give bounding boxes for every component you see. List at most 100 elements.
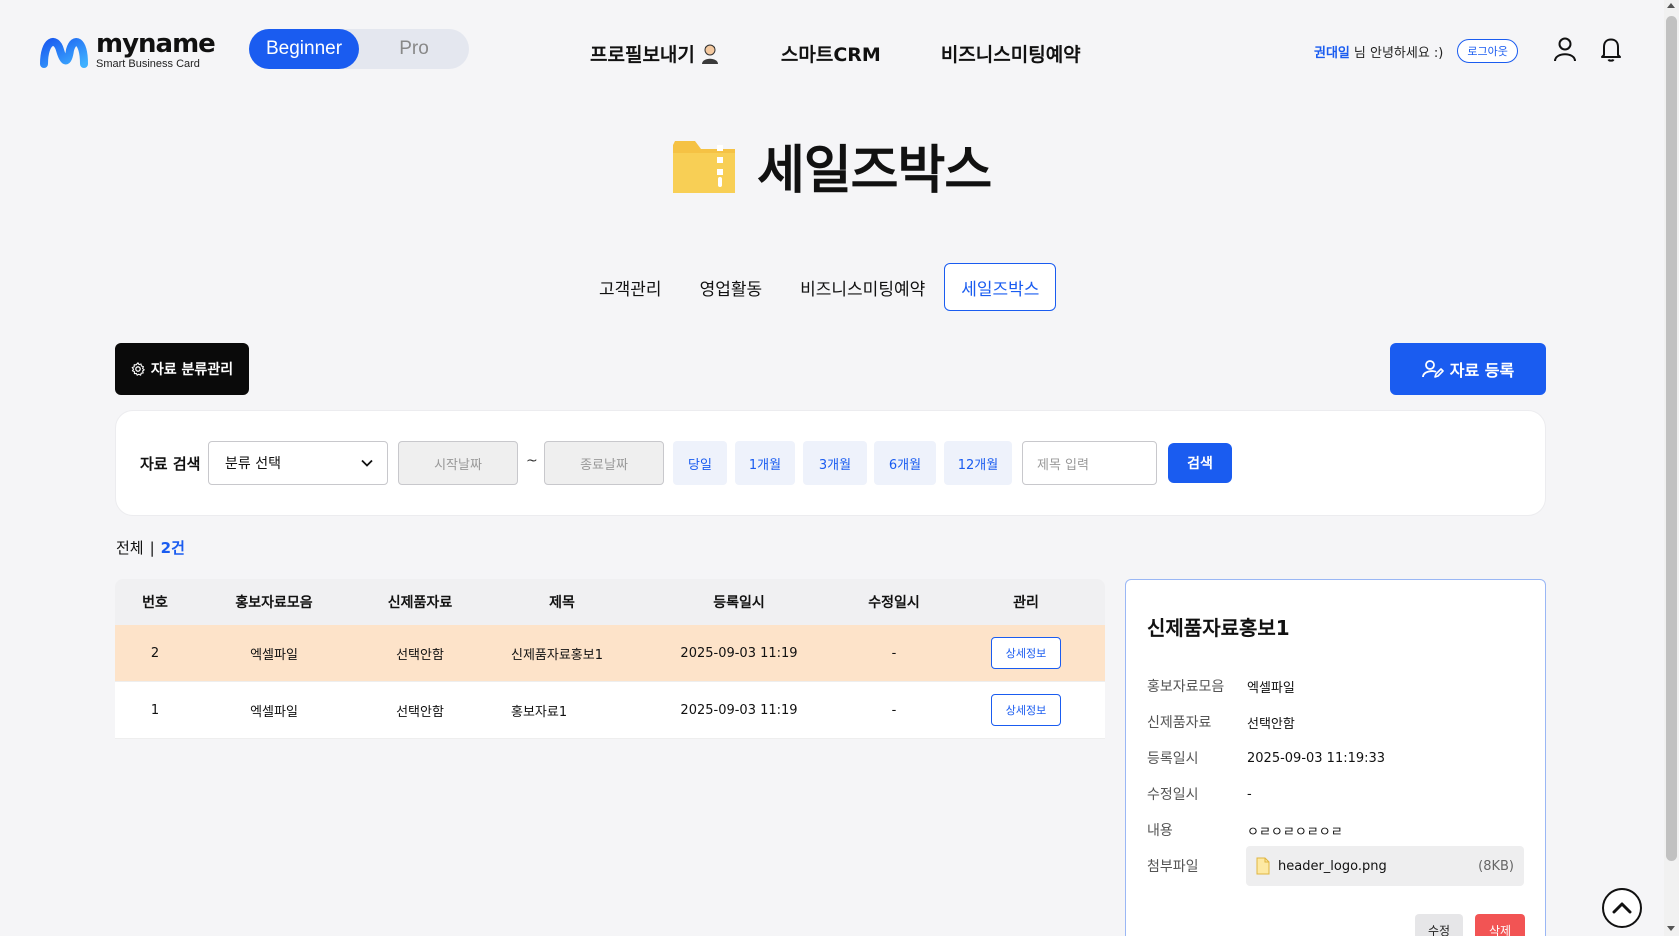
- tab-sales-box[interactable]: 세일즈박스: [944, 263, 1057, 311]
- detail-label: 첨부파일: [1147, 859, 1199, 875]
- date-range-separator: ~: [526, 453, 538, 469]
- detail-value: 선택안함: [1247, 716, 1295, 732]
- period-1month-button[interactable]: 1개월: [735, 441, 795, 485]
- period-3month-button[interactable]: 3개월: [803, 441, 867, 485]
- detail-label: 수정일시: [1147, 787, 1199, 803]
- count-separator: |: [149, 538, 155, 557]
- table-row[interactable]: 1 엑셀파일 선택안함 홍보자료1 2025-09-03 11:19 - 상세정…: [115, 682, 1105, 739]
- nav-smart-crm[interactable]: 스마트CRM: [781, 40, 881, 67]
- attachment-item[interactable]: header_logo.png (8KB): [1246, 846, 1524, 886]
- cell-no: 1: [150, 702, 160, 718]
- search-button[interactable]: 검색: [1168, 443, 1232, 483]
- sub-tabs: 고객관리 영업활동 비즈니스미팅예약 세일즈박스: [580, 263, 1057, 311]
- user-area: 권대일 님 안녕하세요 :) 로그아웃: [1314, 39, 1518, 63]
- count-label: 전체: [116, 539, 144, 557]
- header-group: 홍보자료모음: [235, 595, 313, 611]
- detail-row-modified: 수정일시 -: [1147, 784, 1252, 804]
- category-select-value: 분류 선택: [225, 456, 281, 472]
- logo[interactable]: myname Smart Business Card: [38, 28, 216, 70]
- scrollbar-thumb[interactable]: [1666, 16, 1677, 861]
- title-search-input[interactable]: 제목 입력: [1022, 441, 1157, 485]
- cell-title: 신제품자료홍보1: [511, 647, 603, 663]
- attachment-name: header_logo.png: [1278, 858, 1387, 874]
- table-row[interactable]: 2 엑셀파일 선택안함 신제품자료홍보1 2025-09-03 11:19 - …: [115, 625, 1105, 682]
- detail-value: ㅇㄹㅇㄹㅇㄹㅇㄹ: [1247, 824, 1343, 840]
- category-select[interactable]: 분류 선택: [208, 441, 388, 485]
- register-button[interactable]: 자료 등록: [1390, 343, 1546, 395]
- nav-business-meeting[interactable]: 비즈니스미팅예약: [941, 40, 1081, 67]
- cell-manage: 상세정보: [947, 694, 1105, 726]
- detail-label: 내용: [1147, 823, 1173, 839]
- greeting-text: 님 안녕하세요 :): [1353, 45, 1444, 61]
- tab-business-meeting[interactable]: 비즈니스미팅예약: [781, 263, 944, 311]
- detail-label: 홍보자료모음: [1147, 679, 1225, 695]
- nav-profile-send-label: 프로필보내기: [590, 44, 695, 66]
- period-today-button[interactable]: 당일: [673, 441, 727, 485]
- logo-name: myname: [96, 28, 216, 59]
- period-12month-button[interactable]: 12개월: [944, 441, 1012, 485]
- mode-pro-button[interactable]: Pro: [359, 29, 469, 69]
- period-6month-button[interactable]: 6개월: [874, 441, 936, 485]
- logout-button[interactable]: 로그아웃: [1457, 39, 1518, 63]
- page-title: 세일즈박스: [757, 141, 992, 201]
- data-table: 번호 홍보자료모음 신제품자료 제목 등록일시 수정일시 관리 2 엑셀파일 선…: [115, 579, 1105, 739]
- tab-customer-management[interactable]: 고객관리: [580, 263, 681, 311]
- header-newproduct: 신제품자료: [387, 595, 453, 611]
- result-count: 전체 | 2건: [116, 537, 185, 558]
- detail-panel: 신제품자료홍보1 홍보자료모음 엑셀파일 신제품자료 선택안함 등록일시 202…: [1125, 579, 1546, 936]
- count-value: 2건: [160, 539, 185, 557]
- header-title: 제목: [549, 595, 575, 611]
- detail-label: 등록일시: [1147, 751, 1199, 767]
- detail-button[interactable]: 상세정보: [991, 694, 1061, 726]
- scroll-down-arrow-icon[interactable]: [1667, 926, 1675, 931]
- bell-icon[interactable]: [1599, 36, 1623, 62]
- header-modified: 수정일시: [868, 595, 920, 611]
- cell-no: 2: [150, 645, 160, 661]
- detail-value: 엑셀파일: [1247, 680, 1295, 696]
- detail-title: 신제품자료홍보1: [1147, 616, 1290, 640]
- detail-value: 2025-09-03 11:19:33: [1247, 750, 1386, 766]
- delete-button[interactable]: 삭제: [1475, 914, 1525, 936]
- header-manage: 관리: [1013, 595, 1039, 611]
- table-header: 번호 홍보자료모음 신제품자료 제목 등록일시 수정일시 관리: [115, 579, 1105, 625]
- detail-row-attachment: 첨부파일: [1147, 856, 1247, 876]
- cell-group: 엑셀파일: [250, 647, 298, 663]
- cell-title: 홍보자료1: [511, 704, 568, 720]
- chevron-down-icon: [361, 459, 373, 467]
- nav-profile-send[interactable]: 프로필보내기: [590, 40, 721, 67]
- mode-toggle: Beginner Pro: [249, 29, 469, 69]
- search-panel: 자료 검색 분류 선택 시작날짜 ~ 종료날짜 당일 1개월 3개월 6개월 1…: [115, 410, 1546, 516]
- top-header: myname Smart Business Card Beginner Pro …: [0, 0, 1660, 100]
- scroll-up-arrow-icon[interactable]: [1667, 3, 1675, 8]
- header-no: 번호: [142, 595, 168, 611]
- cell-newproduct: 선택안함: [396, 647, 444, 663]
- detail-row-content: 내용 ㅇㄹㅇㄹㅇㄹㅇㄹ: [1147, 820, 1343, 840]
- page-title-area: 세일즈박스: [671, 128, 992, 203]
- nav-smart-crm-label: 스마트CRM: [780, 44, 881, 66]
- detail-row-newproduct: 신제품자료 선택안함: [1147, 712, 1295, 732]
- category-manage-label: 자료 분류관리: [150, 362, 234, 378]
- user-name: 권대일: [1314, 45, 1350, 61]
- gear-icon: [131, 362, 145, 376]
- detail-label: 신제품자료: [1147, 715, 1212, 731]
- detail-row-group: 홍보자료모음 엑셀파일: [1147, 676, 1295, 696]
- mode-beginner-button[interactable]: Beginner: [249, 29, 359, 69]
- nav-business-meeting-label: 비즈니스미팅예약: [940, 44, 1081, 66]
- start-date-input[interactable]: 시작날짜: [398, 441, 518, 485]
- tab-sales-activity[interactable]: 영업활동: [681, 263, 782, 311]
- cell-created: 2025-09-03 11:19: [680, 702, 798, 718]
- cell-manage: 상세정보: [947, 637, 1105, 669]
- user-edit-icon: [1421, 360, 1444, 378]
- category-manage-button[interactable]: 자료 분류관리: [115, 343, 249, 395]
- user-icon[interactable]: [1552, 36, 1578, 62]
- detail-button[interactable]: 상세정보: [991, 637, 1061, 669]
- attachment-size: (8KB): [1478, 858, 1514, 874]
- edit-button[interactable]: 수정: [1415, 914, 1463, 936]
- detail-row-created: 등록일시 2025-09-03 11:19:33: [1147, 748, 1385, 768]
- main-nav: 프로필보내기 스마트CRM 비즈니스미팅예약: [590, 40, 1141, 67]
- cell-created: 2025-09-03 11:19: [680, 645, 798, 661]
- chevron-up-icon: [1612, 902, 1632, 914]
- scroll-top-button[interactable]: [1602, 888, 1642, 928]
- file-icon: [1256, 857, 1270, 875]
- end-date-input[interactable]: 종료날짜: [544, 441, 664, 485]
